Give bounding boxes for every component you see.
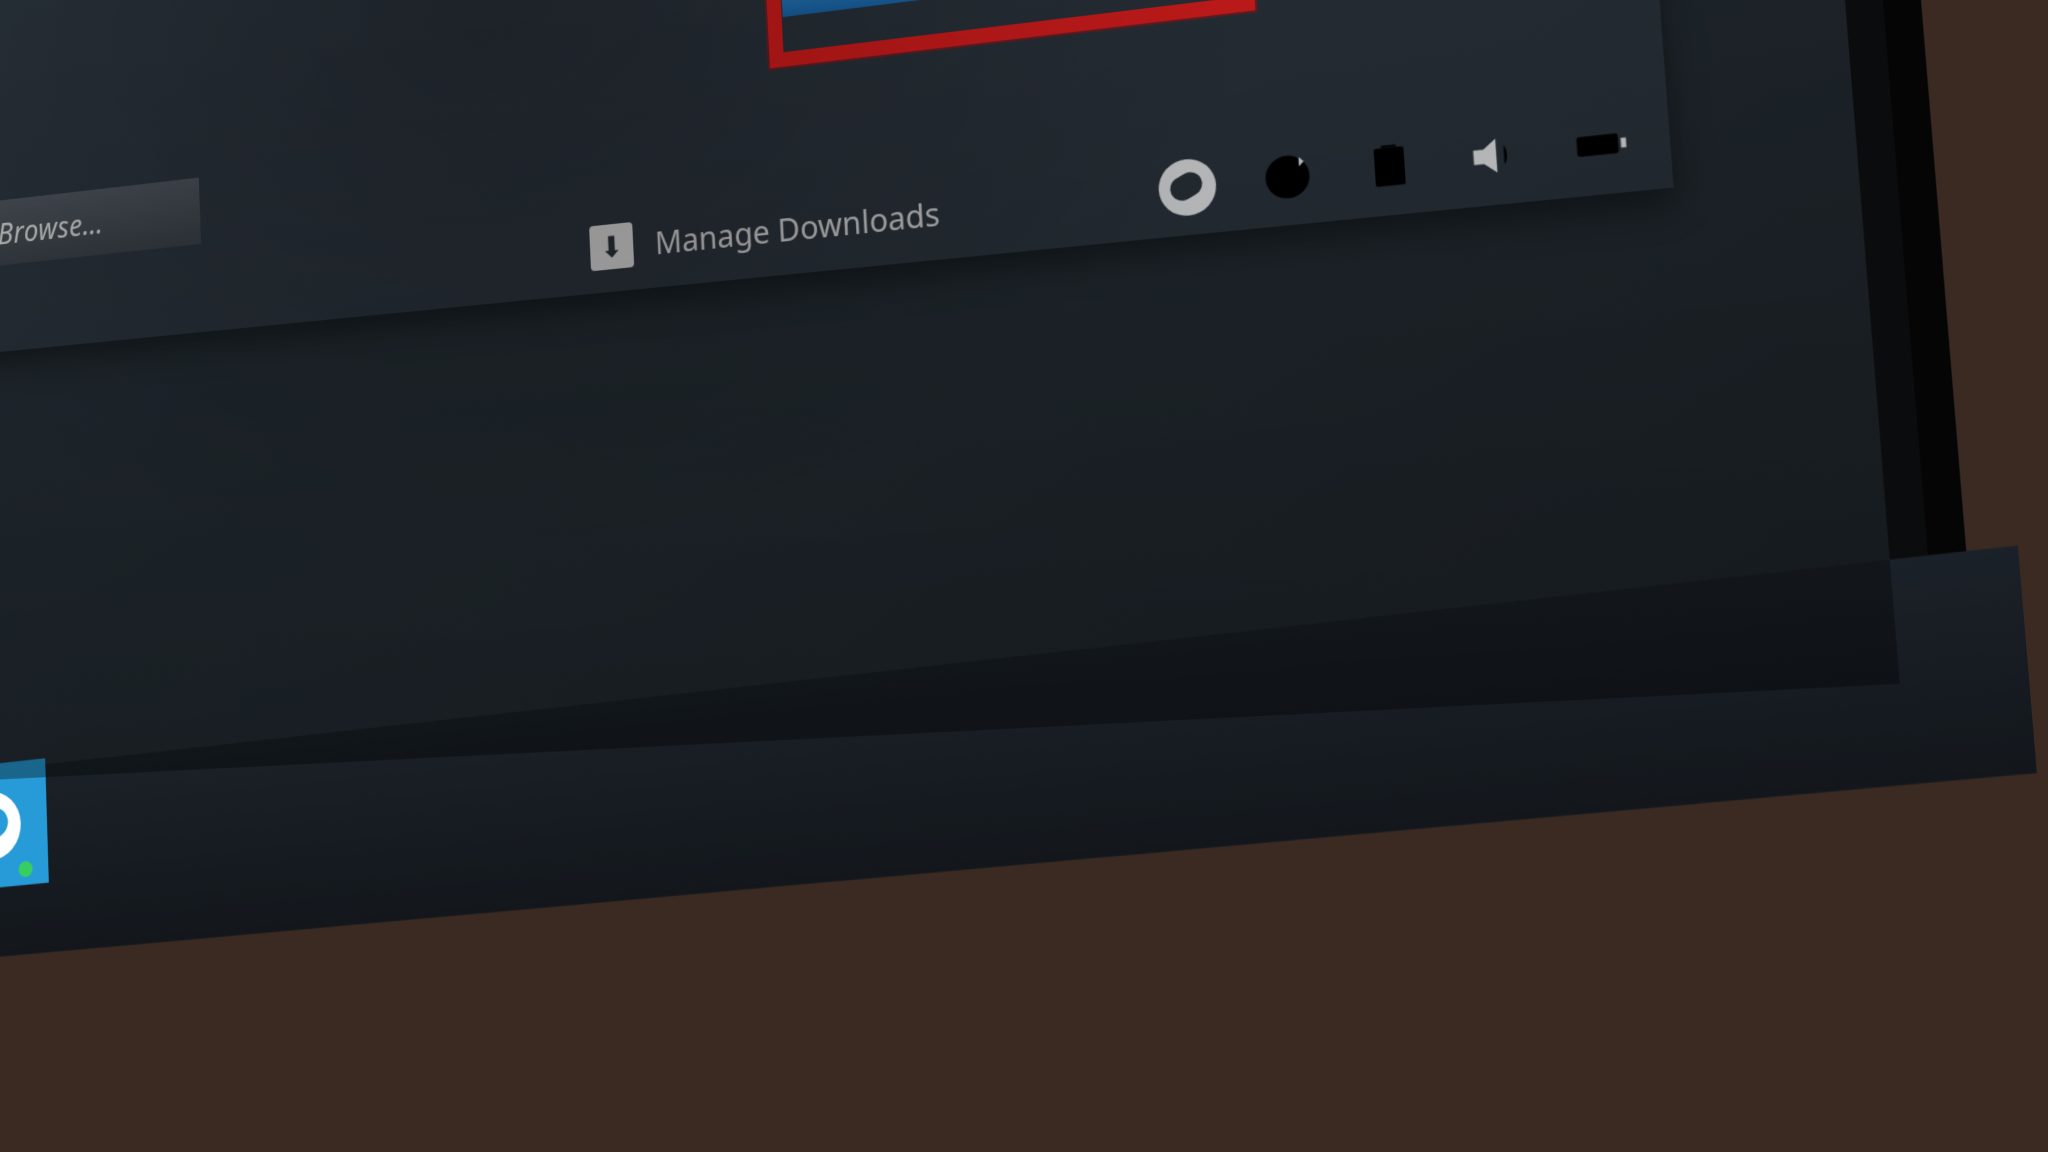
clipboard-icon[interactable]	[1358, 135, 1421, 198]
update-icon[interactable]	[1257, 146, 1319, 209]
manage-downloads-label: Manage Downloads	[654, 191, 941, 263]
add-non-steam-game-dialog: Info Center ⦿ Kate KDE Connect KDE Conne…	[0, 0, 1674, 357]
add-selected-programs-button[interactable]: Add Selected Programs	[779, 0, 1199, 17]
steam-tray-icon[interactable]	[1157, 156, 1218, 218]
manage-downloads-link[interactable]: ⬇ Manage Downloads	[589, 190, 941, 272]
battery-icon[interactable]	[1567, 112, 1633, 177]
volume-icon[interactable]	[1462, 124, 1527, 188]
taskbar	[0, 545, 2037, 986]
browse-button[interactable]: Browse…	[0, 178, 201, 276]
system-tray	[1157, 112, 1633, 218]
notification-badge-icon	[18, 860, 32, 877]
steam-taskbar-icon[interactable]	[0, 758, 49, 893]
download-icon: ⬇	[589, 222, 634, 271]
